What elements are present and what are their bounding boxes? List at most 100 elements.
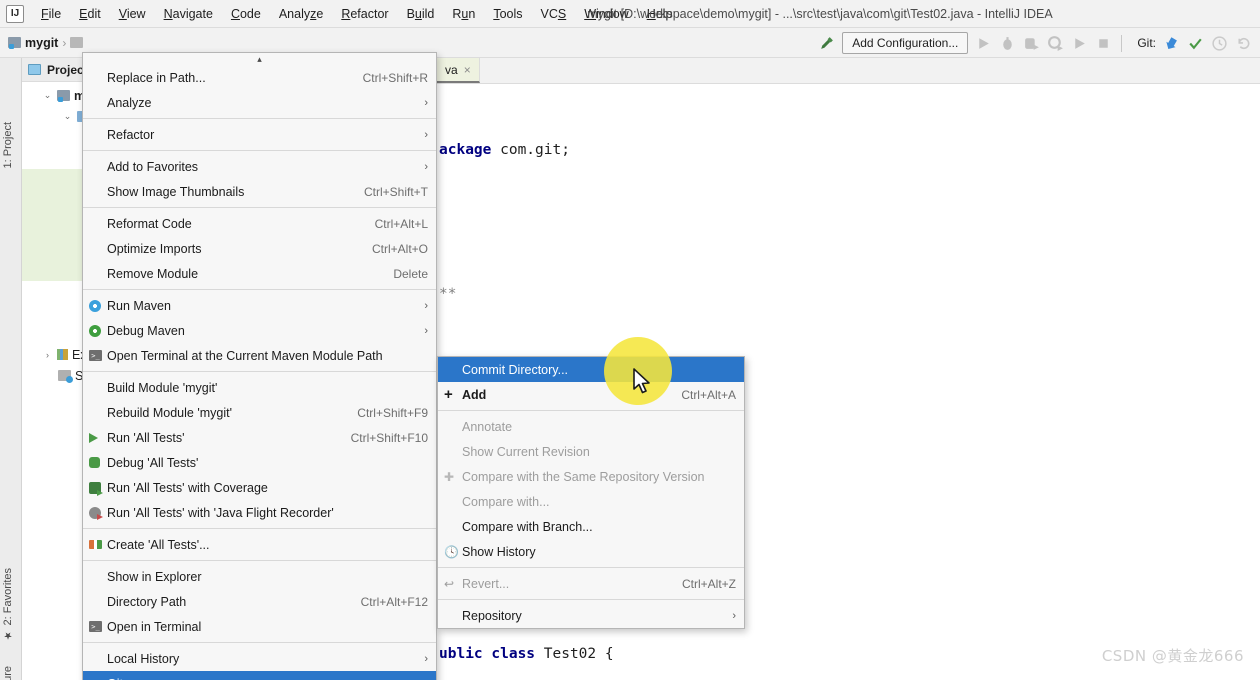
menu-item-label: Refactor — [107, 127, 155, 142]
structure-strip-label: Structure — [2, 666, 14, 680]
scroll-up-icon[interactable]: ▴ — [83, 53, 436, 65]
menu-file[interactable]: File — [32, 3, 70, 25]
menu-item-debug-all-tests[interactable]: Debug 'All Tests' — [83, 450, 436, 475]
revert-icon: ↩ — [444, 576, 455, 591]
menu-item-label: Run Maven — [107, 298, 171, 313]
profiler-icon[interactable] — [1047, 35, 1064, 52]
menu-separator — [438, 567, 744, 568]
menu-navigate[interactable]: Navigate — [155, 3, 222, 25]
menu-item-show-in-explorer[interactable]: Show in Explorer — [83, 564, 436, 589]
menu-refactor[interactable]: Refactor — [332, 3, 397, 25]
menu-item-label: Analyze — [107, 95, 152, 110]
menu-tools[interactable]: Tools — [484, 3, 531, 25]
menu-item-refactor[interactable]: Refactor › — [83, 122, 436, 147]
menu-item-optimize-imports[interactable]: Optimize Imports Ctrl+Alt+O — [83, 236, 436, 261]
menu-item-run-maven[interactable]: Run Maven › — [83, 293, 436, 318]
menu-separator — [83, 560, 436, 561]
code-token-public-class: ublic class — [439, 646, 536, 662]
menu-item-git[interactable]: Git › — [83, 671, 436, 680]
tool-window-button-structure[interactable]: Structure — [2, 666, 14, 680]
history-icon: 🕓 — [444, 544, 459, 559]
menu-item-run-all-tests[interactable]: Run 'All Tests' Ctrl+Shift+F10 — [83, 425, 436, 450]
submenu-item-compare-with-branch[interactable]: Compare with Branch... — [438, 514, 744, 539]
menu-item-show-image-thumbnails[interactable]: Show Image Thumbnails Ctrl+Shift+T — [83, 179, 436, 204]
menu-analyze[interactable]: Analyze — [270, 3, 332, 25]
menu-item-build-module[interactable]: Build Module 'mygit' — [83, 375, 436, 400]
editor-tab-label: va — [445, 62, 458, 77]
chevron-down-icon[interactable]: ⌄ — [42, 90, 53, 101]
git-toolbar-label: Git: — [1137, 36, 1156, 50]
menu-item-label: Show History — [462, 544, 536, 559]
tool-window-button-favorites[interactable]: ★ 2: Favorites — [2, 568, 14, 640]
breadcrumb-project-label[interactable]: mygit — [25, 36, 58, 50]
history-icon[interactable] — [1211, 35, 1228, 52]
submenu-item-add[interactable]: + Add Ctrl+Alt+A — [438, 382, 744, 407]
menu-item-directory-path[interactable]: Directory Path Ctrl+Alt+F12 — [83, 589, 436, 614]
submenu-item-repository[interactable]: Repository › — [438, 603, 744, 628]
code-token-class-name: Test02 { — [535, 646, 614, 662]
submenu-item-show-history[interactable]: 🕓 Show History — [438, 539, 744, 564]
run-with-coverage-icon[interactable] — [1023, 35, 1040, 52]
close-icon[interactable]: × — [464, 63, 471, 77]
run-icon[interactable] — [975, 35, 992, 52]
update-project-icon[interactable] — [1163, 35, 1180, 52]
breadcrumb-folder-icon[interactable] — [70, 37, 84, 48]
menu-item-label: Compare with Branch... — [462, 519, 593, 534]
stop-icon[interactable] — [1095, 35, 1112, 52]
menu-item-analyze[interactable]: Analyze › — [83, 90, 436, 115]
menu-view[interactable]: View — [110, 3, 155, 25]
rollback-icon[interactable] — [1235, 35, 1252, 52]
menu-run[interactable]: Run — [443, 3, 484, 25]
menu-separator — [83, 528, 436, 529]
menu-item-add-to-favorites[interactable]: Add to Favorites › — [83, 154, 436, 179]
menu-item-create-all-tests[interactable]: Create 'All Tests'... — [83, 532, 436, 557]
chevron-right-icon: › — [732, 609, 736, 622]
menu-edit[interactable]: Edit — [70, 3, 110, 25]
menu-item-debug-maven[interactable]: Debug Maven › — [83, 318, 436, 343]
editor-tab-test02[interactable]: va × — [437, 58, 480, 83]
menu-item-label: Run 'All Tests' — [107, 430, 185, 445]
menu-build[interactable]: Build — [398, 3, 444, 25]
menu-item-open-in-terminal[interactable]: >_ Open in Terminal — [83, 614, 436, 639]
module-icon — [8, 37, 21, 49]
chevron-down-icon[interactable]: ⌄ — [62, 111, 73, 122]
commit-icon[interactable] — [1187, 35, 1204, 52]
create-config-icon — [89, 540, 107, 549]
add-configuration-button[interactable]: Add Configuration... — [842, 32, 969, 54]
menu-help[interactable]: Help — [638, 3, 682, 25]
menu-item-run-with-coverage[interactable]: Run 'All Tests' with Coverage — [83, 475, 436, 500]
context-menu[interactable]: ▴ Replace in Path... Ctrl+Shift+R Analyz… — [82, 52, 437, 680]
menu-item-label: Debug Maven — [107, 323, 185, 338]
menu-item-replace-in-path[interactable]: Replace in Path... Ctrl+Shift+R — [83, 65, 436, 90]
git-submenu[interactable]: Commit Directory... + Add Ctrl+Alt+A Ann… — [437, 356, 745, 629]
breadcrumb[interactable]: mygit › — [0, 36, 84, 50]
chevron-right-icon[interactable]: › — [42, 350, 53, 360]
menu-item-rebuild-module[interactable]: Rebuild Module 'mygit' Ctrl+Shift+F9 — [83, 400, 436, 425]
chevron-right-icon: › — [424, 128, 428, 141]
submenu-item-commit-directory[interactable]: Commit Directory... — [438, 357, 744, 382]
main-menu-bar[interactable]: File Edit View Navigate Code Analyze Ref… — [32, 3, 681, 25]
menu-item-label: Git — [107, 677, 424, 680]
hammer-icon[interactable] — [818, 35, 835, 52]
run-secondary-icon[interactable] — [1071, 35, 1088, 52]
debug-icon[interactable] — [999, 35, 1016, 52]
menu-separator — [438, 410, 744, 411]
code-line-package: ackage com.git; — [437, 138, 1260, 162]
menu-vcs[interactable]: VCS — [532, 3, 576, 25]
submenu-item-compare-same-repo-version: ✚ Compare with the Same Repository Versi… — [438, 464, 744, 489]
menu-item-label: Show in Explorer — [107, 569, 202, 584]
watermark: CSDN @黄金龙666 — [1101, 647, 1244, 665]
menu-code[interactable]: Code — [222, 3, 270, 25]
scratches-icon — [58, 370, 73, 383]
menu-item-local-history[interactable]: Local History › — [83, 646, 436, 671]
menu-item-reformat-code[interactable]: Reformat Code Ctrl+Alt+L — [83, 211, 436, 236]
menu-separator — [438, 599, 744, 600]
menu-item-remove-module[interactable]: Remove Module Delete — [83, 261, 436, 286]
intellij-idea-window: IJ File Edit View Navigate Code Analyze … — [0, 0, 1260, 680]
menu-item-run-with-jfr[interactable]: Run 'All Tests' with 'Java Flight Record… — [83, 500, 436, 525]
tool-window-button-project[interactable]: 1: Project — [2, 122, 14, 168]
menu-item-shortcut: Ctrl+Shift+T — [363, 184, 428, 199]
menu-item-open-terminal-maven[interactable]: >_ Open Terminal at the Current Maven Mo… — [83, 343, 436, 368]
menu-window[interactable]: Window — [575, 3, 637, 25]
menu-separator — [83, 150, 436, 151]
